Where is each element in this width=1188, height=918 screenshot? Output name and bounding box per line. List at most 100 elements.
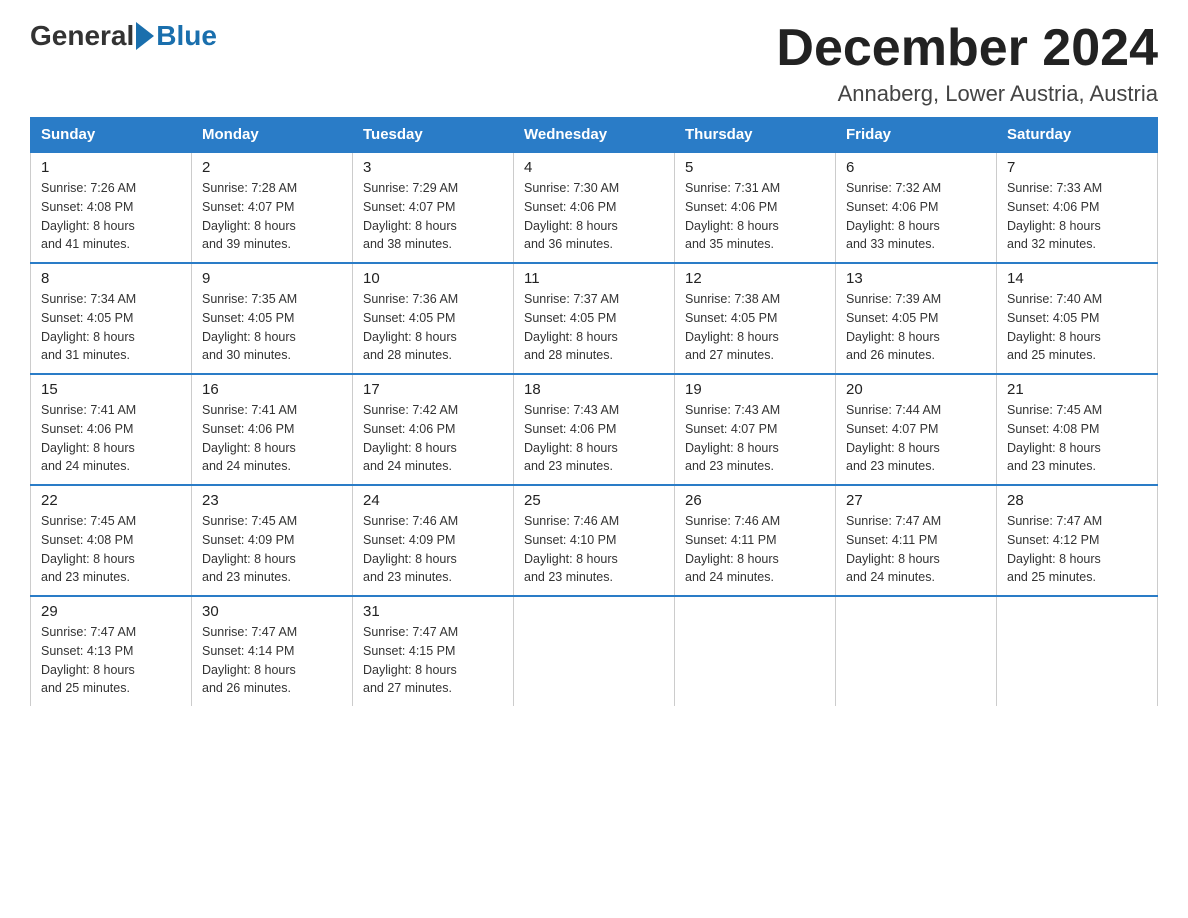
calendar-day-cell: 29 Sunrise: 7:47 AM Sunset: 4:13 PM Dayl… <box>31 596 192 706</box>
day-number: 29 <box>41 603 181 620</box>
calendar-day-cell: 21 Sunrise: 7:45 AM Sunset: 4:08 PM Dayl… <box>997 374 1158 485</box>
day-number: 21 <box>1007 381 1147 398</box>
calendar-day-cell: 8 Sunrise: 7:34 AM Sunset: 4:05 PM Dayli… <box>31 263 192 374</box>
day-info: Sunrise: 7:33 AM Sunset: 4:06 PM Dayligh… <box>1007 179 1147 254</box>
day-info: Sunrise: 7:35 AM Sunset: 4:05 PM Dayligh… <box>202 290 342 365</box>
day-info: Sunrise: 7:32 AM Sunset: 4:06 PM Dayligh… <box>846 179 986 254</box>
day-info: Sunrise: 7:30 AM Sunset: 4:06 PM Dayligh… <box>524 179 664 254</box>
day-number: 4 <box>524 159 664 176</box>
day-number: 25 <box>524 492 664 509</box>
day-info: Sunrise: 7:29 AM Sunset: 4:07 PM Dayligh… <box>363 179 503 254</box>
calendar-day-cell: 23 Sunrise: 7:45 AM Sunset: 4:09 PM Dayl… <box>192 485 353 596</box>
calendar-day-cell: 6 Sunrise: 7:32 AM Sunset: 4:06 PM Dayli… <box>836 152 997 263</box>
calendar-day-cell: 18 Sunrise: 7:43 AM Sunset: 4:06 PM Dayl… <box>514 374 675 485</box>
day-number: 16 <box>202 381 342 398</box>
day-number: 23 <box>202 492 342 509</box>
weekday-header-sunday: Sunday <box>31 118 192 153</box>
calendar-day-cell: 19 Sunrise: 7:43 AM Sunset: 4:07 PM Dayl… <box>675 374 836 485</box>
day-number: 18 <box>524 381 664 398</box>
day-number: 24 <box>363 492 503 509</box>
day-info: Sunrise: 7:45 AM Sunset: 4:09 PM Dayligh… <box>202 512 342 587</box>
logo-blue-text: Blue <box>156 20 217 52</box>
empty-cell <box>514 596 675 706</box>
calendar-day-cell: 11 Sunrise: 7:37 AM Sunset: 4:05 PM Dayl… <box>514 263 675 374</box>
day-info: Sunrise: 7:46 AM Sunset: 4:11 PM Dayligh… <box>685 512 825 587</box>
weekday-header-monday: Monday <box>192 118 353 153</box>
weekday-header-tuesday: Tuesday <box>353 118 514 153</box>
title-section: December 2024 Annaberg, Lower Austria, A… <box>776 20 1158 107</box>
day-number: 15 <box>41 381 181 398</box>
day-number: 1 <box>41 159 181 176</box>
day-number: 7 <box>1007 159 1147 176</box>
day-info: Sunrise: 7:28 AM Sunset: 4:07 PM Dayligh… <box>202 179 342 254</box>
calendar-week-row: 1 Sunrise: 7:26 AM Sunset: 4:08 PM Dayli… <box>31 152 1158 263</box>
day-number: 17 <box>363 381 503 398</box>
day-info: Sunrise: 7:41 AM Sunset: 4:06 PM Dayligh… <box>202 401 342 476</box>
day-info: Sunrise: 7:31 AM Sunset: 4:06 PM Dayligh… <box>685 179 825 254</box>
calendar-day-cell: 31 Sunrise: 7:47 AM Sunset: 4:15 PM Dayl… <box>353 596 514 706</box>
weekday-header-friday: Friday <box>836 118 997 153</box>
day-info: Sunrise: 7:47 AM Sunset: 4:14 PM Dayligh… <box>202 623 342 698</box>
calendar-table: SundayMondayTuesdayWednesdayThursdayFrid… <box>30 117 1158 706</box>
calendar-day-cell: 14 Sunrise: 7:40 AM Sunset: 4:05 PM Dayl… <box>997 263 1158 374</box>
weekday-header-saturday: Saturday <box>997 118 1158 153</box>
month-title: December 2024 <box>776 20 1158 77</box>
calendar-week-row: 8 Sunrise: 7:34 AM Sunset: 4:05 PM Dayli… <box>31 263 1158 374</box>
day-number: 11 <box>524 270 664 287</box>
day-info: Sunrise: 7:46 AM Sunset: 4:10 PM Dayligh… <box>524 512 664 587</box>
day-number: 2 <box>202 159 342 176</box>
calendar-day-cell: 1 Sunrise: 7:26 AM Sunset: 4:08 PM Dayli… <box>31 152 192 263</box>
empty-cell <box>836 596 997 706</box>
day-number: 9 <box>202 270 342 287</box>
calendar-day-cell: 13 Sunrise: 7:39 AM Sunset: 4:05 PM Dayl… <box>836 263 997 374</box>
day-number: 26 <box>685 492 825 509</box>
calendar-day-cell: 16 Sunrise: 7:41 AM Sunset: 4:06 PM Dayl… <box>192 374 353 485</box>
calendar-day-cell: 9 Sunrise: 7:35 AM Sunset: 4:05 PM Dayli… <box>192 263 353 374</box>
calendar-day-cell: 28 Sunrise: 7:47 AM Sunset: 4:12 PM Dayl… <box>997 485 1158 596</box>
day-info: Sunrise: 7:46 AM Sunset: 4:09 PM Dayligh… <box>363 512 503 587</box>
location-subtitle: Annaberg, Lower Austria, Austria <box>776 81 1158 107</box>
day-number: 27 <box>846 492 986 509</box>
logo-arrow-icon <box>136 22 154 50</box>
day-info: Sunrise: 7:42 AM Sunset: 4:06 PM Dayligh… <box>363 401 503 476</box>
day-number: 20 <box>846 381 986 398</box>
calendar-week-row: 22 Sunrise: 7:45 AM Sunset: 4:08 PM Dayl… <box>31 485 1158 596</box>
calendar-day-cell: 30 Sunrise: 7:47 AM Sunset: 4:14 PM Dayl… <box>192 596 353 706</box>
calendar-day-cell: 2 Sunrise: 7:28 AM Sunset: 4:07 PM Dayli… <box>192 152 353 263</box>
day-info: Sunrise: 7:44 AM Sunset: 4:07 PM Dayligh… <box>846 401 986 476</box>
day-info: Sunrise: 7:40 AM Sunset: 4:05 PM Dayligh… <box>1007 290 1147 365</box>
calendar-day-cell: 10 Sunrise: 7:36 AM Sunset: 4:05 PM Dayl… <box>353 263 514 374</box>
empty-cell <box>675 596 836 706</box>
empty-cell <box>997 596 1158 706</box>
day-info: Sunrise: 7:38 AM Sunset: 4:05 PM Dayligh… <box>685 290 825 365</box>
day-info: Sunrise: 7:37 AM Sunset: 4:05 PM Dayligh… <box>524 290 664 365</box>
calendar-day-cell: 20 Sunrise: 7:44 AM Sunset: 4:07 PM Dayl… <box>836 374 997 485</box>
calendar-week-row: 15 Sunrise: 7:41 AM Sunset: 4:06 PM Dayl… <box>31 374 1158 485</box>
day-info: Sunrise: 7:47 AM Sunset: 4:11 PM Dayligh… <box>846 512 986 587</box>
calendar-day-cell: 17 Sunrise: 7:42 AM Sunset: 4:06 PM Dayl… <box>353 374 514 485</box>
day-info: Sunrise: 7:45 AM Sunset: 4:08 PM Dayligh… <box>41 512 181 587</box>
day-info: Sunrise: 7:47 AM Sunset: 4:12 PM Dayligh… <box>1007 512 1147 587</box>
day-info: Sunrise: 7:43 AM Sunset: 4:07 PM Dayligh… <box>685 401 825 476</box>
calendar-day-cell: 4 Sunrise: 7:30 AM Sunset: 4:06 PM Dayli… <box>514 152 675 263</box>
calendar-week-row: 29 Sunrise: 7:47 AM Sunset: 4:13 PM Dayl… <box>31 596 1158 706</box>
day-info: Sunrise: 7:43 AM Sunset: 4:06 PM Dayligh… <box>524 401 664 476</box>
day-number: 22 <box>41 492 181 509</box>
day-number: 8 <box>41 270 181 287</box>
logo: General Blue <box>30 20 217 52</box>
calendar-day-cell: 7 Sunrise: 7:33 AM Sunset: 4:06 PM Dayli… <box>997 152 1158 263</box>
day-info: Sunrise: 7:26 AM Sunset: 4:08 PM Dayligh… <box>41 179 181 254</box>
day-info: Sunrise: 7:47 AM Sunset: 4:13 PM Dayligh… <box>41 623 181 698</box>
calendar-day-cell: 5 Sunrise: 7:31 AM Sunset: 4:06 PM Dayli… <box>675 152 836 263</box>
day-number: 14 <box>1007 270 1147 287</box>
day-number: 6 <box>846 159 986 176</box>
day-info: Sunrise: 7:47 AM Sunset: 4:15 PM Dayligh… <box>363 623 503 698</box>
page-header: General Blue December 2024 Annaberg, Low… <box>30 20 1158 107</box>
calendar-day-cell: 22 Sunrise: 7:45 AM Sunset: 4:08 PM Dayl… <box>31 485 192 596</box>
calendar-day-cell: 3 Sunrise: 7:29 AM Sunset: 4:07 PM Dayli… <box>353 152 514 263</box>
calendar-day-cell: 15 Sunrise: 7:41 AM Sunset: 4:06 PM Dayl… <box>31 374 192 485</box>
day-number: 13 <box>846 270 986 287</box>
logo-general-text: General <box>30 20 134 52</box>
day-info: Sunrise: 7:45 AM Sunset: 4:08 PM Dayligh… <box>1007 401 1147 476</box>
day-number: 10 <box>363 270 503 287</box>
